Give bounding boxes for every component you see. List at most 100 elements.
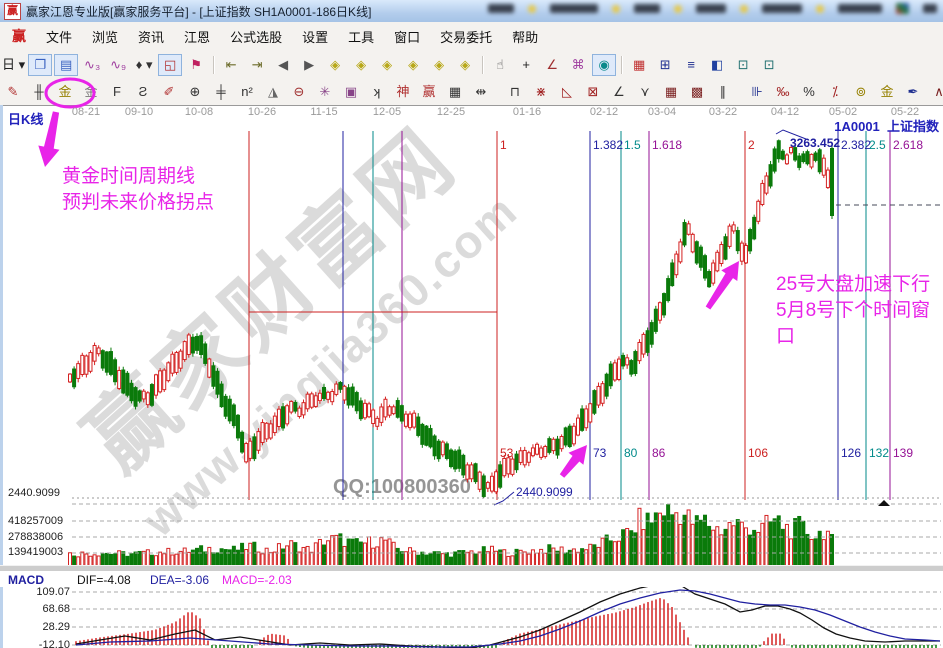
gann-count-label-73: 73	[593, 446, 606, 460]
gann-grid-icon[interactable]: ▦	[659, 81, 683, 103]
brush-candle-icon[interactable]: ✒	[901, 81, 925, 103]
percent-icon[interactable]: %	[797, 81, 821, 103]
prev-bar-icon[interactable]: ◀	[271, 54, 295, 76]
first-bar-icon[interactable]: ⇤	[219, 54, 243, 76]
menu-item-0[interactable]: 文件	[36, 26, 82, 49]
angle-lines-icon[interactable]: ∠	[607, 81, 631, 103]
zoom-in-x-icon[interactable]: ◈	[349, 54, 373, 76]
macd-dif-value: DIF=-4.08	[77, 573, 131, 587]
span-measure-icon[interactable]: ⇹	[469, 81, 493, 103]
zoom-reset-icon[interactable]: ◈	[453, 54, 477, 76]
macd-scale-68.68: 68.68	[8, 603, 70, 615]
gann-count-label-53: 53	[500, 446, 513, 460]
gann-circle-icon[interactable]: ⊕	[183, 81, 207, 103]
gold-line-icon[interactable]: 金	[875, 81, 899, 103]
menu-item-8[interactable]: 交易委托	[430, 26, 502, 49]
box-cycle-icon[interactable]: ▣	[339, 81, 363, 103]
macd-title[interactable]: MACD	[8, 573, 44, 587]
toolbar-separator	[482, 56, 483, 74]
volume-scale-418257009: 418257009	[8, 515, 63, 527]
date-tick-10-08: 10-08	[185, 106, 213, 118]
gann-count-label-80: 80	[624, 446, 637, 460]
date-tick-05-02: 05-02	[829, 106, 857, 118]
cycle-circle-icon[interactable]: ⊖	[287, 81, 311, 103]
percent-7-icon[interactable]: ‰	[771, 81, 795, 103]
gold-circle-icon[interactable]: ⊚	[849, 81, 873, 103]
macd-scale--12.10: -12.10	[8, 639, 70, 648]
report-view-icon[interactable]: ▤	[54, 54, 78, 76]
save-icon[interactable]: ◧	[705, 54, 729, 76]
price-grid-icon[interactable]: ╪	[209, 81, 233, 103]
zoom-all-icon[interactable]: ◈	[427, 54, 451, 76]
next-bar-icon[interactable]: ▶	[297, 54, 321, 76]
low-price-tag: 2440.9099	[516, 485, 573, 499]
menu-item-9[interactable]: 帮助	[502, 26, 548, 49]
crosshair-icon[interactable]: +	[514, 54, 538, 76]
distribution-icon[interactable]: ⊪	[745, 81, 769, 103]
notes-icon[interactable]: ≡	[679, 54, 703, 76]
v-lines-icon[interactable]: ⋎	[633, 81, 657, 103]
menu-item-7[interactable]: 窗口	[384, 26, 430, 49]
candle-style-icon[interactable]: ♦ ▾	[132, 54, 156, 76]
volume-scale-278838006: 278838006	[8, 531, 63, 543]
zoom-region-icon[interactable]: ◱	[158, 54, 182, 76]
fan-box-icon[interactable]: ◺	[555, 81, 579, 103]
menu-item-4[interactable]: 公式选股	[220, 26, 292, 49]
fibonacci-icon[interactable]: F	[105, 81, 129, 103]
box-lines-icon[interactable]: ⊠	[581, 81, 605, 103]
grid-123-icon[interactable]: ▦	[443, 81, 467, 103]
triangle-tool-icon[interactable]: ◮	[261, 81, 285, 103]
period-selector-icon[interactable]: 日 ▾	[1, 54, 26, 76]
star-cycle-icon[interactable]: ✳	[313, 81, 337, 103]
k-marker-icon[interactable]: ʞ	[365, 81, 389, 103]
smart-analysis-icon[interactable]: ◉	[592, 54, 616, 76]
gann-count-label-106: 106	[748, 446, 768, 460]
angle-tool-icon[interactable]: ∠	[540, 54, 564, 76]
last-bar-icon[interactable]: ⇥	[245, 54, 269, 76]
gann-fan-icon[interactable]: ⋇	[529, 81, 553, 103]
golden-time-cycle-icon[interactable]: 金	[53, 81, 77, 103]
macd-scale-28.29: 28.29	[8, 621, 70, 633]
ma3-tool-icon[interactable]: ∿₃	[80, 54, 104, 76]
win-tool-icon[interactable]: 赢	[417, 81, 441, 103]
spiral-icon[interactable]: Ƨ	[131, 81, 155, 103]
menu-item-5[interactable]: 设置	[292, 26, 338, 49]
wave-tool-icon[interactable]: ∧	[927, 81, 943, 103]
flag-marker-icon[interactable]: ⚑	[184, 54, 208, 76]
zoom-out-y-icon[interactable]: ◈	[375, 54, 399, 76]
time-grid-icon[interactable]: ╫	[27, 81, 51, 103]
menu-item-1[interactable]: 浏览	[82, 26, 128, 49]
toolbar-gann-tools: ✎╫金金FƧ✐⊕╪n²◮⊖✳▣ʞ神赢▦⇹⊓⋇◺⊠∠⋎▦▩∥⊪‰%⁒⊚金✒∧金JF…	[0, 79, 943, 106]
menu-item-6[interactable]: 工具	[338, 26, 384, 49]
bracket-tool-icon[interactable]: ⊓	[503, 81, 527, 103]
ma9-tool-icon[interactable]: ∿₉	[106, 54, 130, 76]
high-price-tag: 3263.452	[790, 136, 840, 150]
percent-bars-icon[interactable]: ⁒	[823, 81, 847, 103]
gann-ratio-label-2.618: 2.618	[893, 138, 923, 152]
menu-item-2[interactable]: 资讯	[128, 26, 174, 49]
network-1-icon[interactable]: ⊡	[731, 54, 755, 76]
draw-pencil-icon[interactable]: ✎	[1, 81, 25, 103]
parallel-lines-icon[interactable]: ∥	[711, 81, 735, 103]
window-layout-icon[interactable]: ❐	[28, 54, 52, 76]
low-price-axis-label: 2440.9099	[8, 487, 60, 499]
menu-item-3[interactable]: 江恩	[174, 26, 220, 49]
watermark-qq: QQ:100800360	[333, 476, 471, 499]
zoom-out-x-icon[interactable]: ◈	[323, 54, 347, 76]
square-of-nine-icon[interactable]: n²	[235, 81, 259, 103]
draw-pen2-icon[interactable]: ✐	[157, 81, 181, 103]
gann-wheel-icon[interactable]: ⌘	[566, 54, 590, 76]
date-tick-04-12: 04-12	[771, 106, 799, 118]
gann-grid-2-icon[interactable]: ▩	[685, 81, 709, 103]
golden-price-cycle-icon[interactable]: 金	[79, 81, 103, 103]
network-2-icon[interactable]: ⊡	[757, 54, 781, 76]
shen-tool-icon[interactable]: 神	[391, 81, 415, 103]
menu-bar: 赢 文件浏览资讯江恩公式选股设置工具窗口交易委托帮助	[0, 22, 943, 51]
pan-hand-icon[interactable]: ☝	[488, 54, 512, 76]
calculator-icon[interactable]: ⊞	[653, 54, 677, 76]
calendar-icon[interactable]: ▦	[627, 54, 651, 76]
macd-header: MACD DIF=-4.08 DEA=-3.06 MACD=-2.03	[0, 571, 943, 587]
zoom-in-y-icon[interactable]: ◈	[401, 54, 425, 76]
date-tick-09-10: 09-10	[125, 106, 153, 118]
gann-ratio-label-1.5: 1.5	[624, 138, 641, 152]
